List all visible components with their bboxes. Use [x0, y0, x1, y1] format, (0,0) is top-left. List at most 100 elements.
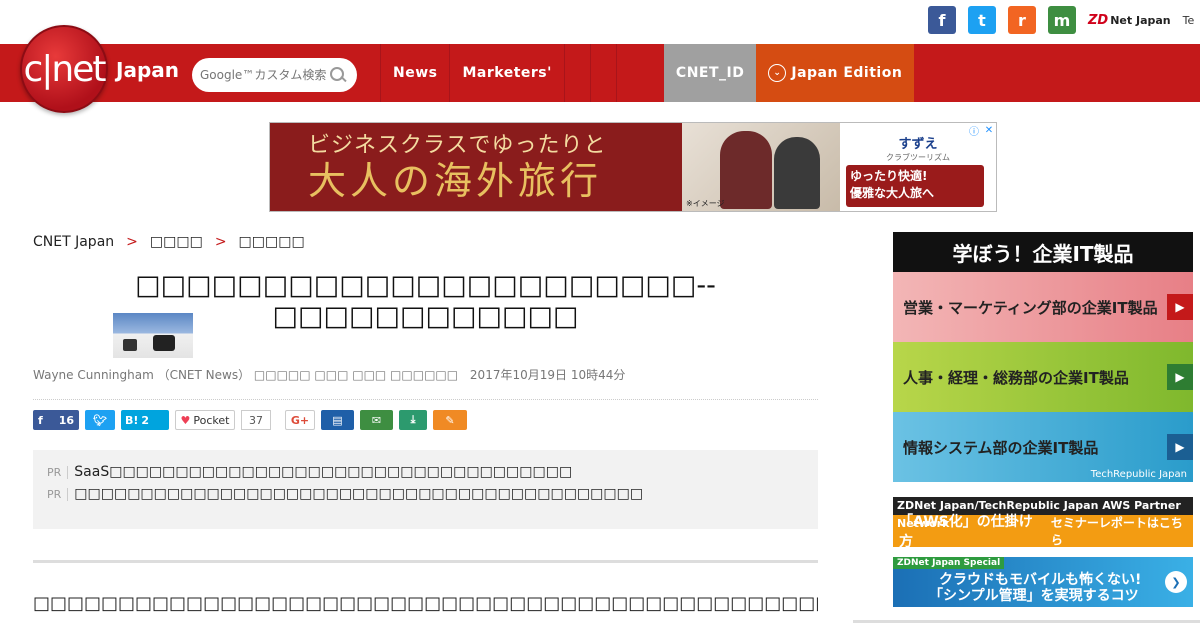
- byline: Wayne Cunningham （CNET News） □□□□□ □□□ □…: [33, 366, 625, 383]
- clip-icon: ✎: [445, 413, 455, 427]
- facebook-count: 16: [58, 413, 74, 427]
- thumbnail-detail: [123, 339, 137, 351]
- aws-banner-sub: セミナーレポートはこちら: [1050, 516, 1183, 547]
- pr-tag: PR: [47, 487, 69, 501]
- chevron-right-icon: ▶: [1167, 364, 1193, 390]
- zdnet-logo-icon: ZD: [1088, 12, 1109, 28]
- article-thumbnail: [113, 313, 193, 358]
- zdnet-special-banner[interactable]: ZDNet Japan Special クラウドもモバイルも怖くない! 「シンプ…: [893, 557, 1193, 607]
- ad-line1: ビジネスクラスでゆったりと: [308, 133, 607, 158]
- ad-controls: ⓘ ✕: [967, 123, 996, 138]
- facebook-icon: f: [38, 413, 43, 427]
- breadcrumb-subcategory[interactable]: □□□□□: [239, 234, 305, 250]
- ad-brand-sub: クラブツーリズム: [886, 153, 950, 162]
- nav-cnet-id[interactable]: CNET_ID: [663, 44, 757, 102]
- ad-person-1: [720, 131, 772, 209]
- google-plus-button[interactable]: G+: [285, 410, 315, 430]
- mail-icon[interactable]: m: [1048, 6, 1076, 34]
- thumbnail-detail: [153, 335, 175, 351]
- ad-close-icon[interactable]: ✕: [982, 123, 996, 137]
- save-article-button[interactable]: ▤: [321, 410, 354, 430]
- nav-japan-edition[interactable]: ⌄ Japan Edition: [756, 44, 915, 102]
- download-icon: ⤓: [410, 413, 416, 426]
- edition-label: Japan Edition: [791, 65, 903, 81]
- article-body: □□□□□□□□□□□□□□□□□□□□□□□□□□□□□□□□□□□□□□□□…: [33, 593, 818, 614]
- techrepublic-link[interactable]: Te: [1183, 14, 1195, 27]
- hatena-icon: B!: [125, 413, 139, 427]
- pr-link[interactable]: □□□□□□□□□□□□□□□□□□□□□□□□□□□□□□□□□□□□□□□□…: [74, 486, 643, 502]
- facebook-icon[interactable]: f: [928, 6, 956, 34]
- ad-info-icon[interactable]: ⓘ: [967, 123, 981, 138]
- byline-author: Wayne Cunningham （CNET News） □□□□□ □□□ □…: [33, 368, 459, 382]
- techrepublic-label: TechRepublic Japan: [1090, 469, 1187, 480]
- pocket-label: Pocket: [193, 413, 230, 427]
- ad-cta-line1: ゆったり快適!: [850, 169, 928, 183]
- logo-text: c|net: [23, 48, 106, 90]
- ad-banner[interactable]: ビジネスクラスでゆったりと 大人の海外旅行 ※イメージ すずえ クラブツーリズム…: [269, 122, 997, 212]
- ad-cta-line2: 優雅な大人旅へ: [850, 186, 935, 200]
- breadcrumb: CNET Japan > □□□□ > □□□□□: [33, 234, 305, 250]
- aws-banner-main: 「AWS化」の仕掛け方: [899, 514, 1033, 550]
- nav-item-5[interactable]: [615, 44, 642, 102]
- sidebar-item-label: 情報システム部の企業IT製品: [903, 438, 1099, 457]
- ad-person-2: [774, 137, 820, 209]
- pr-link[interactable]: SaaS□□□□□□□□□□□□□□□□□□□□□□□□□□□□□□□□□□□: [74, 464, 572, 480]
- breadcrumb-category[interactable]: □□□□: [150, 234, 203, 250]
- pr-row[interactable]: PR □□□□□□□□□□□□□□□□□□□□□□□□□□□□□□□□□□□□□…: [47, 486, 804, 502]
- sidebar-item-it-dept[interactable]: 情報システム部の企業IT製品 ▶ TechRepublic Japan: [893, 412, 1193, 482]
- twitter-icon[interactable]: t: [968, 6, 996, 34]
- nav-news[interactable]: News: [380, 44, 449, 102]
- pocket-icon: ♥: [180, 413, 191, 427]
- search-input[interactable]: [198, 67, 329, 83]
- facebook-share-button[interactable]: f 16: [33, 410, 79, 430]
- share-bar: f 16 🐦︎ B! 2 ♥ Pocket 37 G+ ▤ ✉ ⤓ ✎: [33, 410, 467, 430]
- breadcrumb-sep-icon: >: [214, 234, 227, 250]
- sidebar-item-sales-marketing[interactable]: 営業・マーケティング部の企業IT製品 ▶: [893, 272, 1193, 342]
- sidebar-item-label: 営業・マーケティング部の企業IT製品: [903, 298, 1158, 317]
- ad-note: ※イメージ: [686, 199, 725, 208]
- zdnet-label: Net Japan: [1110, 13, 1171, 27]
- pr-tag: PR: [47, 465, 69, 479]
- ad-photo: ※イメージ: [682, 123, 840, 211]
- logo-japan-label: Japan: [116, 58, 179, 82]
- ad-cta-button[interactable]: ゆったり快適! 優雅な大人旅へ: [846, 165, 984, 207]
- sidebar-it-products: 学ぼう！企業IT製品 営業・マーケティング部の企業IT製品 ▶ 人事・経理・総務…: [893, 232, 1193, 482]
- rss-icon[interactable]: r: [1008, 6, 1036, 34]
- ad-text-panel: ビジネスクラスでゆったりと 大人の海外旅行: [270, 123, 682, 211]
- download-button[interactable]: ⤓: [399, 410, 427, 430]
- hatena-bookmark-button[interactable]: B! 2: [121, 410, 169, 430]
- twitter-share-button[interactable]: 🐦︎: [85, 410, 115, 430]
- aws-banner-body: 「AWS化」の仕掛け方 セミナーレポートはこちら: [893, 514, 1193, 550]
- chevron-right-icon: ▶: [1167, 294, 1193, 320]
- sidebar-heading: 学ぼう！企業IT製品: [893, 232, 1193, 272]
- search-icon[interactable]: [329, 66, 347, 84]
- clip-button[interactable]: ✎: [433, 410, 467, 430]
- mail-icon: ✉: [371, 413, 382, 427]
- divider: [33, 399, 818, 400]
- sidebar-item-hr-finance[interactable]: 人事・経理・総務部の企業IT製品 ▶: [893, 342, 1193, 412]
- nav-item-4[interactable]: [589, 44, 616, 102]
- zdnet-special-tag: ZDNet Japan Special: [893, 557, 1005, 569]
- chevron-down-icon: ⌄: [768, 64, 787, 82]
- zdnet-special-line2: 「シンプル管理」を実現するコツ: [929, 588, 1139, 604]
- cnet-logo[interactable]: c|net: [20, 25, 108, 113]
- aws-banner[interactable]: ZDNet Japan/TechRepublic Japan AWS Partn…: [893, 497, 1193, 550]
- mail-share-button[interactable]: ✉: [360, 410, 393, 430]
- divider: [853, 620, 1200, 623]
- save-icon: ▤: [332, 413, 343, 427]
- nav-item-3[interactable]: [563, 44, 590, 102]
- pocket-count: 37: [241, 410, 271, 430]
- sidebar-item-label: 人事・経理・総務部の企業IT製品: [903, 368, 1129, 387]
- social-links: f t r m ZD Net Japan Te: [928, 6, 1194, 34]
- twitter-icon: 🐦︎: [93, 413, 107, 427]
- nav-marketers[interactable]: Marketers': [449, 44, 563, 102]
- pr-row[interactable]: PR SaaS□□□□□□□□□□□□□□□□□□□□□□□□□□□□□□□□□…: [47, 464, 804, 480]
- byline-date: 2017年10月19日 10時44分: [469, 368, 626, 382]
- main-nav: News Marketers' CNET_ID ⌄ Japan Edition: [380, 44, 915, 102]
- breadcrumb-home[interactable]: CNET Japan: [33, 234, 114, 250]
- pocket-button[interactable]: ♥ Pocket: [175, 410, 235, 430]
- breadcrumb-sep-icon: >: [126, 234, 138, 250]
- zdnet-link[interactable]: ZD Net Japan: [1088, 13, 1171, 28]
- chevron-right-icon: ▶: [1167, 434, 1193, 460]
- divider: [33, 560, 818, 563]
